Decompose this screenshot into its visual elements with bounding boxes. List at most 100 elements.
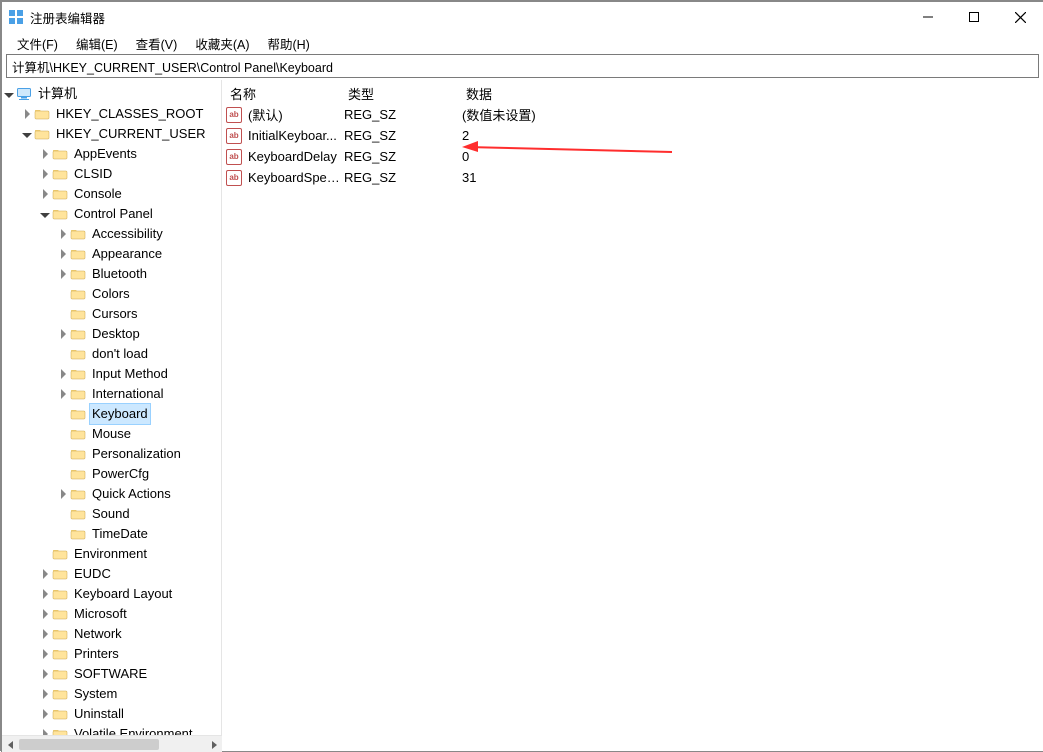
folder-icon — [52, 726, 68, 735]
tree-node-quickactions[interactable]: Quick Actions — [2, 484, 221, 504]
tree-node-clsid[interactable]: CLSID — [2, 164, 221, 184]
scroll-left-button[interactable] — [2, 736, 19, 752]
tree-label: Keyboard — [90, 404, 150, 424]
expand-toggle[interactable] — [38, 689, 52, 699]
tree-node-cursors[interactable]: Cursors — [2, 304, 221, 324]
column-header-data[interactable]: 数据 — [458, 84, 1043, 103]
value-row[interactable]: abKeyboardSpeedREG_SZ31 — [222, 167, 1043, 188]
scroll-thumb[interactable] — [19, 739, 159, 750]
tree-horizontal-scrollbar[interactable] — [2, 735, 222, 752]
tree-node-timedate[interactable]: TimeDate — [2, 524, 221, 544]
maximize-button[interactable] — [951, 2, 997, 32]
value-name: KeyboardSpeed — [248, 170, 340, 185]
tree-node-international[interactable]: International — [2, 384, 221, 404]
expand-toggle[interactable] — [38, 589, 52, 599]
expand-toggle[interactable] — [2, 91, 16, 98]
tree-node-dontload[interactable]: don't load — [2, 344, 221, 364]
address-bar[interactable]: 计算机\HKEY_CURRENT_USER\Control Panel\Keyb… — [6, 54, 1039, 78]
tree-node-volatileenvironment[interactable]: Volatile Environment — [2, 724, 221, 735]
expand-toggle[interactable] — [20, 109, 34, 119]
titlebar: 注册表编辑器 — [2, 2, 1043, 32]
folder-icon — [70, 386, 86, 402]
expand-toggle[interactable] — [38, 649, 52, 659]
list-pane[interactable]: 名称 类型 数据 ab(默认)REG_SZ(数值未设置)abInitialKey… — [222, 80, 1043, 735]
menu-view[interactable]: 查看(V) — [127, 33, 187, 54]
tree-node-keyboard[interactable]: Keyboard — [2, 404, 221, 424]
tree-node-console[interactable]: Console — [2, 184, 221, 204]
expand-toggle[interactable] — [38, 211, 52, 218]
folder-icon — [34, 126, 50, 142]
tree-node-hkcr[interactable]: HKEY_CLASSES_ROOT — [2, 104, 221, 124]
tree-node-printers[interactable]: Printers — [2, 644, 221, 664]
tree-node-eudc[interactable]: EUDC — [2, 564, 221, 584]
tree-node-powercfg[interactable]: PowerCfg — [2, 464, 221, 484]
tree-node-inputmethod[interactable]: Input Method — [2, 364, 221, 384]
expand-toggle[interactable] — [38, 609, 52, 619]
tree-node-colors[interactable]: Colors — [2, 284, 221, 304]
tree-label: Input Method — [90, 364, 170, 384]
expand-toggle[interactable] — [56, 389, 70, 399]
expand-toggle[interactable] — [56, 249, 70, 259]
expand-toggle[interactable] — [38, 189, 52, 199]
reg-string-icon: ab — [226, 107, 242, 123]
value-type: REG_SZ — [340, 107, 458, 122]
expand-toggle[interactable] — [38, 169, 52, 179]
expand-toggle[interactable] — [38, 569, 52, 579]
menu-file[interactable]: 文件(F) — [8, 33, 67, 54]
tree-node-desktop[interactable]: Desktop — [2, 324, 221, 344]
regedit-app-icon — [8, 9, 24, 25]
menu-favorites[interactable]: 收藏夹(A) — [186, 33, 258, 54]
tree-node-network[interactable]: Network — [2, 624, 221, 644]
tree-node-microsoft[interactable]: Microsoft — [2, 604, 221, 624]
folder-icon — [70, 406, 86, 422]
folder-icon — [52, 686, 68, 702]
tree-node-uninstall[interactable]: Uninstall — [2, 704, 221, 724]
close-button[interactable] — [997, 2, 1043, 32]
expand-toggle[interactable] — [38, 709, 52, 719]
column-header-name[interactable]: 名称 — [222, 84, 340, 103]
computer-icon — [16, 86, 32, 102]
expand-toggle[interactable] — [38, 669, 52, 679]
expand-toggle[interactable] — [56, 329, 70, 339]
value-name: InitialKeyboar... — [248, 128, 337, 143]
value-row[interactable]: abInitialKeyboar...REG_SZ2 — [222, 125, 1043, 146]
tree-node-environment[interactable]: Environment — [2, 544, 221, 564]
expand-toggle[interactable] — [56, 269, 70, 279]
tree-node-system[interactable]: System — [2, 684, 221, 704]
folder-icon — [52, 546, 68, 562]
folder-icon — [70, 366, 86, 382]
minimize-button[interactable] — [905, 2, 951, 32]
tree-node-appevents[interactable]: AppEvents — [2, 144, 221, 164]
expand-toggle[interactable] — [20, 131, 34, 138]
menu-edit[interactable]: 编辑(E) — [67, 33, 127, 54]
folder-icon — [70, 306, 86, 322]
scroll-right-button[interactable] — [205, 736, 222, 752]
tree-node-accessibility[interactable]: Accessibility — [2, 224, 221, 244]
expand-toggle[interactable] — [56, 229, 70, 239]
value-row[interactable]: abKeyboardDelayREG_SZ0 — [222, 146, 1043, 167]
value-row[interactable]: ab(默认)REG_SZ(数值未设置) — [222, 104, 1043, 125]
scroll-track[interactable] — [19, 736, 205, 752]
tree-label: Quick Actions — [90, 484, 173, 504]
expand-toggle[interactable] — [56, 489, 70, 499]
tree-node-controlpanel[interactable]: Control Panel — [2, 204, 221, 224]
tree-node-sound[interactable]: Sound — [2, 504, 221, 524]
tree-node-hkcu[interactable]: HKEY_CURRENT_USER — [2, 124, 221, 144]
tree-node-appearance[interactable]: Appearance — [2, 244, 221, 264]
folder-icon — [52, 666, 68, 682]
tree-node-personalization[interactable]: Personalization — [2, 444, 221, 464]
tree-node-mouse[interactable]: Mouse — [2, 424, 221, 444]
tree-node-software[interactable]: SOFTWARE — [2, 664, 221, 684]
expand-toggle[interactable] — [38, 629, 52, 639]
tree-pane[interactable]: 计算机HKEY_CLASSES_ROOTHKEY_CURRENT_USERApp… — [2, 80, 222, 735]
menu-help[interactable]: 帮助(H) — [258, 33, 318, 54]
tree-node-bluetooth[interactable]: Bluetooth — [2, 264, 221, 284]
expand-toggle[interactable] — [56, 369, 70, 379]
tree-node-computer[interactable]: 计算机 — [2, 84, 221, 104]
expand-toggle[interactable] — [38, 149, 52, 159]
value-name: (默认) — [248, 105, 283, 124]
tree-node-keyboardlayout[interactable]: Keyboard Layout — [2, 584, 221, 604]
tree-label: AppEvents — [72, 144, 139, 164]
reg-string-icon: ab — [226, 128, 242, 144]
column-header-type[interactable]: 类型 — [340, 84, 458, 103]
